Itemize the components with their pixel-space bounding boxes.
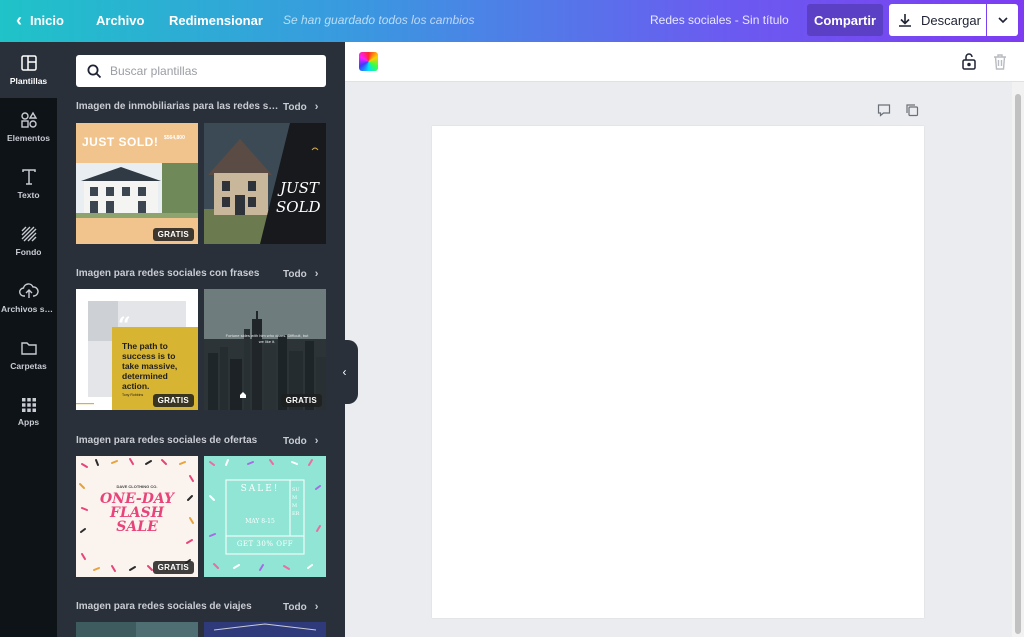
template-thumbnail[interactable]: [76, 622, 198, 637]
download-label: Descargar: [921, 12, 981, 28]
templates-panel: Imagen de inmobiliarias para las redes s…: [57, 42, 345, 637]
template-headline: SALE!: [240, 484, 280, 494]
canvas-scrollbar[interactable]: [1012, 82, 1024, 637]
see-all-link[interactable]: Todo ›: [283, 435, 318, 447]
text-icon: [21, 169, 36, 185]
sidebar-item-label: Apps: [17, 417, 40, 427]
trash-icon[interactable]: [992, 53, 1008, 70]
template-thumbnail[interactable]: SALE! MAY 8-15 GET 30% OFF SUMMER: [204, 456, 326, 577]
svg-text:“: “: [118, 313, 131, 339]
sprinkles-illustration: [204, 456, 326, 577]
see-all-label: Todo: [283, 268, 307, 280]
upload-icon: [18, 283, 39, 298]
scrollbar-thumb[interactable]: [1015, 94, 1021, 634]
template-quote: Fortune sides with him who dares. Diffic…: [225, 333, 309, 344]
section-title: Imagen para redes sociales de ofertas: [76, 435, 258, 446]
sidebar-item-label: Fondo: [15, 247, 42, 257]
city-skyline-illustration: [204, 289, 326, 410]
sidebar-item-apps[interactable]: Apps: [0, 384, 57, 440]
travel-photo-illustration: [204, 622, 326, 637]
sidebar-item-label: Elementos: [7, 133, 50, 143]
template-author: Tony Robbins: [122, 393, 144, 397]
template-thumbnail[interactable]: JUST SOLD! $564,800 GRATIS: [76, 123, 198, 244]
template-quote: The path to success is to take massive, …: [122, 341, 178, 391]
template-price: $564,800: [164, 135, 185, 141]
see-all-label: Todo: [283, 435, 307, 447]
share-button[interactable]: Compartir: [807, 4, 883, 36]
color-picker-button[interactable]: [359, 52, 378, 71]
chevron-left-icon: ‹: [16, 10, 22, 30]
home-label: Inicio: [30, 12, 64, 28]
download-button[interactable]: Descargar: [889, 4, 986, 36]
chevron-left-icon: ‹: [342, 365, 347, 379]
see-all-link[interactable]: Todo ›: [283, 601, 318, 613]
search-input[interactable]: [110, 64, 310, 78]
section-title: Imagen para redes sociales con frases: [76, 268, 260, 279]
template-thumbnail[interactable]: [204, 622, 326, 637]
background-icon: [21, 226, 36, 242]
sidebar-item-templates[interactable]: Plantillas: [0, 42, 57, 98]
sidebar-item-elements[interactable]: Elementos: [0, 99, 57, 155]
apps-icon: [21, 398, 36, 412]
see-all-label: Todo: [283, 101, 307, 113]
top-bar: ‹ Inicio Archivo Redimensionar Se han gu…: [0, 0, 1024, 42]
travel-photo-illustration: [76, 622, 198, 637]
chevron-right-icon: ›: [314, 268, 319, 280]
template-headline: JUST: [280, 179, 319, 197]
see-all-label: Todo: [283, 601, 307, 613]
template-thumbnail[interactable]: DAVE CLOTHING CO. ONE-DAY FLASH SALE GRA…: [76, 456, 198, 577]
elements-icon: [20, 111, 37, 128]
sidebar-item-background[interactable]: Fondo: [0, 213, 57, 269]
unlock-icon[interactable]: [961, 52, 977, 70]
search-icon: [87, 64, 102, 78]
chevron-right-icon: ›: [314, 601, 319, 613]
sidebar-item-label: Archivos su...: [1, 304, 56, 314]
save-status: Se han guardado todos los cambios: [283, 13, 475, 27]
template-headline: JUST SOLD!: [82, 135, 159, 149]
home-button[interactable]: ‹ Inicio: [16, 10, 64, 30]
download-icon: [899, 14, 911, 27]
sidebar-item-label: Plantillas: [9, 76, 48, 86]
sidebar-item-folders[interactable]: Carpetas: [0, 327, 57, 383]
sidebar-item-uploads[interactable]: Archivos su...: [0, 270, 57, 326]
template-thumbnail[interactable]: “ The path to success is to take massive…: [76, 289, 198, 410]
collapse-panel-button[interactable]: ‹: [331, 340, 358, 404]
template-headline: ONE-DAY FLASH SALE: [99, 491, 175, 535]
document-title[interactable]: Redes sociales - Sin título: [650, 13, 789, 27]
free-badge: GRATIS: [152, 394, 194, 407]
chevron-right-icon: ›: [314, 435, 319, 447]
template-thumbnail[interactable]: Fortune sides with him who dares. Diffic…: [204, 289, 326, 410]
template-side: SUMMER: [292, 487, 300, 517]
template-thumbnail[interactable]: JUST SOLD: [204, 123, 326, 244]
free-badge: GRATIS: [280, 394, 322, 407]
side-rail: Plantillas Elementos Texto Fondo Archivo…: [0, 42, 57, 637]
comment-icon[interactable]: [877, 103, 891, 117]
chevron-down-icon: [997, 17, 1008, 24]
free-badge: GRATIS: [152, 561, 194, 574]
chevron-right-icon: ›: [314, 101, 319, 113]
template-headline-2: SOLD: [276, 198, 321, 216]
sidebar-item-label: Carpetas: [10, 361, 47, 371]
see-all-link[interactable]: Todo ›: [283, 268, 318, 280]
resize-button[interactable]: Redimensionar: [169, 13, 263, 28]
template-brand: DAVE CLOTHING CO.: [116, 484, 158, 489]
page-tools: [877, 103, 919, 117]
download-options-button[interactable]: [987, 4, 1018, 36]
editor-toolbar: [345, 42, 1024, 82]
sidebar-item-label: Texto: [17, 190, 40, 200]
duplicate-page-icon[interactable]: [905, 103, 919, 117]
design-canvas[interactable]: [432, 126, 924, 618]
file-menu[interactable]: Archivo: [96, 13, 144, 28]
see-all-link[interactable]: Todo ›: [283, 101, 318, 113]
section-title: Imagen para redes sociales de viajes: [76, 601, 252, 612]
template-offer: GET 30% OFF: [236, 540, 294, 548]
search-box[interactable]: [76, 55, 326, 87]
templates-icon: [20, 55, 37, 71]
template-date: MAY 8-15: [245, 518, 275, 525]
folder-icon: [20, 342, 37, 355]
section-title: Imagen de inmobiliarias para las redes s…: [76, 101, 281, 112]
sidebar-item-text[interactable]: Texto: [0, 156, 57, 212]
free-badge: GRATIS: [152, 228, 194, 241]
